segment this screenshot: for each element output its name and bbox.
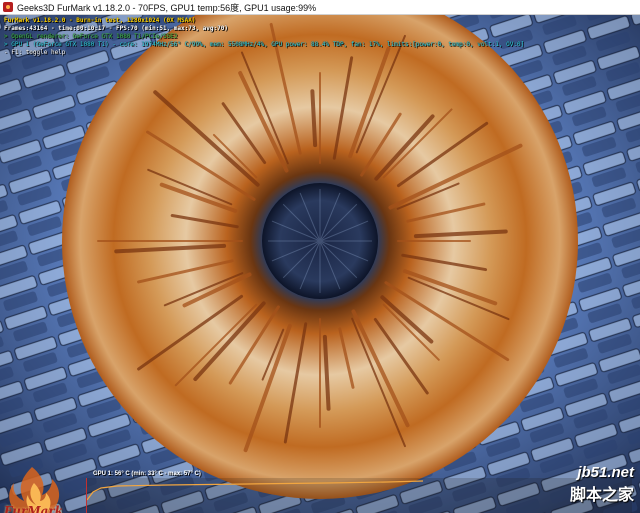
watermark-site-name: 脚本之家: [569, 485, 634, 504]
hud-renderer: > OpenGL renderer: GeForce GTX 1080 Ti/P…: [4, 33, 178, 40]
window-title: Geeks3D FurMark v1.18.2.0 - 70FPS, GPU1 …: [17, 2, 317, 13]
graph-label: GPU 1: 56° C (min: 33° C - max: 57° C): [93, 471, 201, 477]
furmark-window: Geeks3D FurMark v1.18.2.0 - 70FPS, GPU1 …: [0, 0, 640, 513]
hud-help: - F1: toggle help: [4, 49, 66, 56]
render-viewport[interactable]: GPU 1: 56° C (min: 33° C - max: 57° C) F…: [0, 15, 640, 513]
hud-gpu-info: > GPU 1 (GeForce GTX 1080 Ti) - core: 19…: [4, 41, 525, 48]
watermark-url: jb51.net: [577, 464, 634, 481]
temperature-line: [87, 480, 424, 501]
title-bar[interactable]: Geeks3D FurMark v1.18.2.0 - 70FPS, GPU1 …: [0, 0, 640, 15]
pupil-pattern: [268, 189, 372, 293]
furmark-logo-text: FurMark: [4, 504, 64, 513]
site-watermark: jb51.net 脚本之家: [530, 464, 634, 505]
fur-donut-render: [0, 15, 640, 513]
iris-streak: [310, 89, 318, 148]
hud-overlay: FurMark v1.18.2.0 - Burn-in test, 1280x1…: [4, 17, 524, 57]
hud-frames: Frames:43164 - time:00:10:17 - FPS:70 (m…: [4, 25, 228, 32]
hud-title: FurMark v1.18.2.0 - Burn-in test, 1280x1…: [4, 17, 196, 24]
furmark-app-icon[interactable]: [3, 2, 13, 12]
